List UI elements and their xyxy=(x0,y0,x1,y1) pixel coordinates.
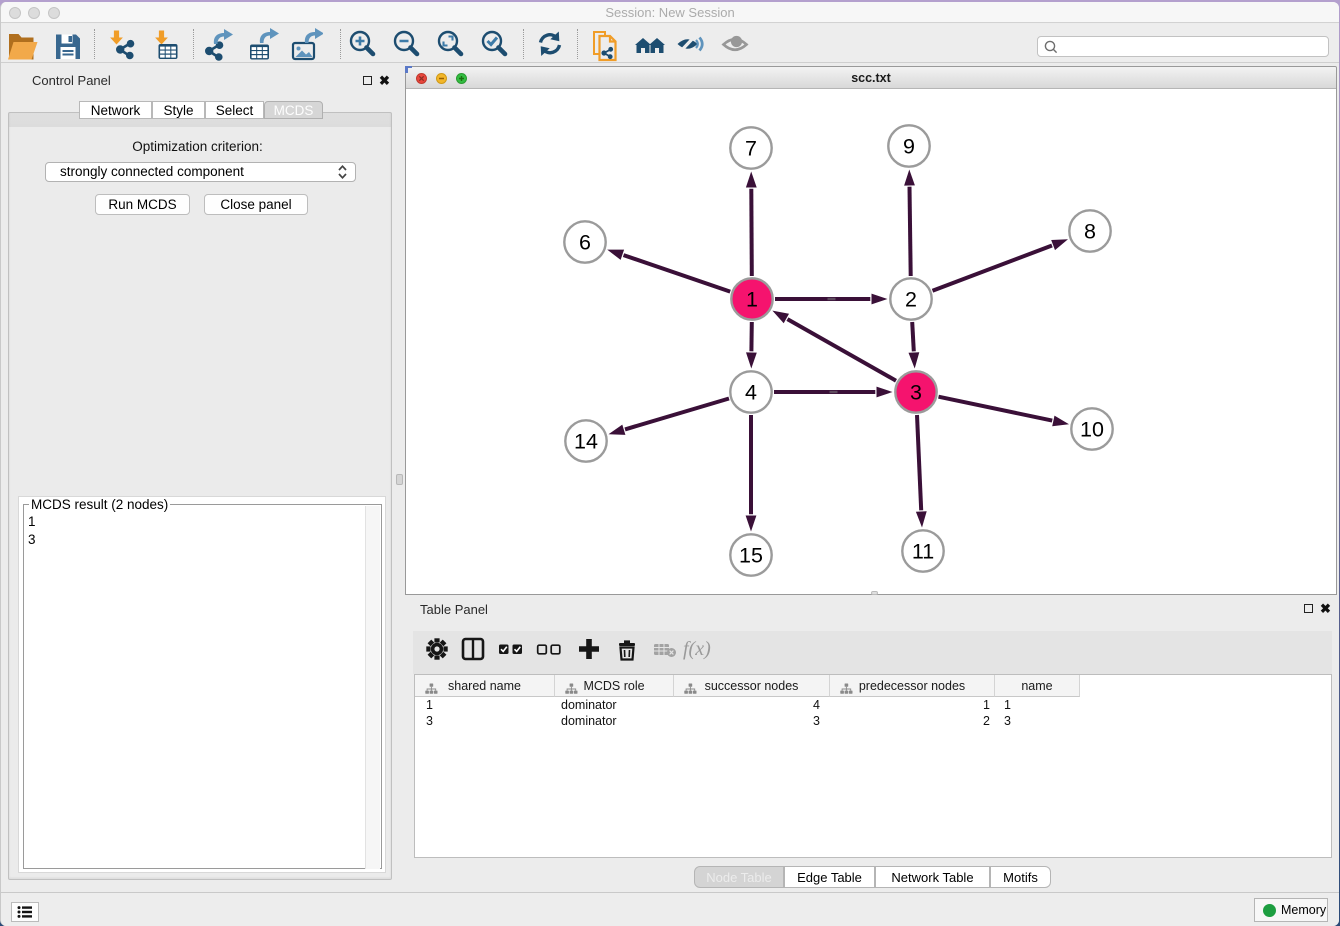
svg-text:9: 9 xyxy=(903,135,915,159)
svg-text:8: 8 xyxy=(1084,220,1096,244)
svg-text:6: 6 xyxy=(579,231,591,255)
svg-text:10: 10 xyxy=(1080,418,1104,442)
svg-text:7: 7 xyxy=(745,137,757,161)
svg-text:3: 3 xyxy=(910,381,922,405)
svg-text:f(x): f(x) xyxy=(683,638,711,660)
svg-text:14: 14 xyxy=(574,430,598,454)
svg-text:2: 2 xyxy=(905,288,917,312)
svg-text:1: 1 xyxy=(746,288,758,312)
svg-text:4: 4 xyxy=(745,381,757,405)
svg-text:11: 11 xyxy=(912,540,934,564)
svg-text:15: 15 xyxy=(739,544,763,568)
